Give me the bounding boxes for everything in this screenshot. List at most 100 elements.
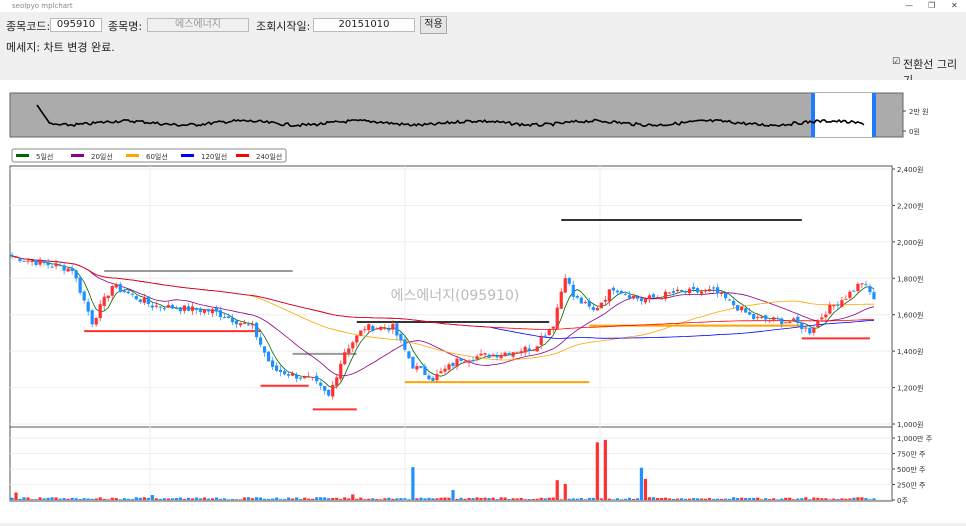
overview-selection bbox=[812, 93, 874, 137]
volume-bar bbox=[820, 498, 824, 500]
candle bbox=[760, 317, 764, 319]
volume-bar bbox=[102, 498, 106, 500]
volume-bar bbox=[683, 498, 688, 500]
candle bbox=[804, 327, 808, 329]
volume-bar bbox=[659, 497, 664, 500]
overview-right-handle[interactable] bbox=[872, 93, 876, 137]
overview-left-handle[interactable] bbox=[811, 93, 815, 137]
candle bbox=[527, 348, 531, 351]
candle bbox=[299, 377, 303, 379]
watermark: 에스에너지(095910) bbox=[391, 288, 520, 304]
candle bbox=[752, 313, 756, 320]
restore-button[interactable]: ❐ bbox=[928, 0, 935, 12]
volume-bar bbox=[242, 497, 247, 500]
volume-bar bbox=[531, 498, 535, 500]
volume-bar bbox=[10, 497, 14, 500]
apply-button[interactable]: 적용 bbox=[420, 16, 447, 34]
name-input: 에스에너지 bbox=[147, 18, 249, 32]
volume-bar bbox=[844, 498, 848, 500]
volume-bar bbox=[728, 498, 732, 500]
volume-bar bbox=[319, 497, 323, 500]
candle bbox=[146, 296, 150, 304]
volume-bar bbox=[547, 497, 551, 500]
transition-checkbox[interactable]: ☑ bbox=[892, 57, 900, 67]
code-input[interactable]: 095910 bbox=[50, 18, 102, 32]
volume-bar bbox=[174, 497, 178, 500]
volume-bar bbox=[744, 498, 748, 500]
volume-bar bbox=[387, 497, 391, 500]
volume-bar bbox=[134, 497, 138, 500]
candle bbox=[483, 353, 487, 355]
legend-swatch-4 bbox=[236, 154, 249, 157]
volume-bar bbox=[122, 498, 126, 500]
volume-bar bbox=[146, 497, 150, 500]
volume-bar bbox=[54, 497, 58, 500]
volume-bar bbox=[38, 497, 42, 500]
volume-bar bbox=[768, 499, 772, 500]
candle bbox=[359, 330, 363, 336]
candle bbox=[238, 323, 243, 326]
volume-bar bbox=[455, 499, 459, 500]
volume-bar bbox=[170, 498, 174, 500]
candle bbox=[776, 318, 780, 320]
candle bbox=[599, 302, 603, 309]
price-tick-label: 1,800원 bbox=[897, 274, 923, 283]
candle bbox=[595, 308, 599, 311]
volume-bar bbox=[800, 498, 804, 500]
minimize-button[interactable]: — bbox=[905, 0, 913, 12]
candle bbox=[695, 288, 700, 293]
candle bbox=[355, 335, 359, 343]
candle bbox=[623, 293, 627, 295]
candle bbox=[150, 305, 154, 308]
candle bbox=[166, 305, 170, 308]
candle bbox=[447, 364, 451, 370]
volume-bar bbox=[279, 499, 283, 500]
volume-bar bbox=[335, 497, 339, 500]
volume-bar bbox=[150, 495, 154, 500]
volume-bar bbox=[407, 499, 411, 500]
candle bbox=[311, 376, 315, 378]
candle bbox=[683, 290, 688, 293]
candle bbox=[780, 318, 784, 325]
candle bbox=[118, 284, 122, 292]
candle bbox=[122, 290, 126, 293]
volume-bar bbox=[246, 497, 251, 500]
candle bbox=[511, 352, 515, 357]
volume-bar bbox=[315, 497, 319, 500]
candle bbox=[186, 306, 191, 311]
candle bbox=[254, 322, 259, 338]
volume-bar bbox=[655, 498, 660, 500]
volume-bar bbox=[535, 498, 539, 500]
candle bbox=[423, 366, 427, 376]
legend-swatch-0 bbox=[16, 154, 29, 157]
volume-bar bbox=[804, 497, 808, 500]
candle bbox=[720, 292, 724, 294]
volume-bar bbox=[375, 499, 379, 500]
candle bbox=[250, 324, 255, 326]
candle bbox=[74, 270, 78, 279]
candle bbox=[222, 316, 227, 319]
volume-bar bbox=[603, 439, 607, 500]
volume-bar bbox=[94, 498, 98, 500]
candle bbox=[579, 297, 583, 304]
candle bbox=[587, 300, 591, 307]
volume-bar bbox=[671, 498, 676, 500]
candle bbox=[716, 287, 720, 294]
candle bbox=[210, 309, 215, 314]
volume-bar bbox=[226, 499, 231, 500]
candle bbox=[615, 290, 619, 293]
candle bbox=[78, 277, 82, 293]
volume-bar bbox=[619, 499, 623, 500]
candle bbox=[102, 296, 106, 306]
chart-canvas[interactable]: 2만 원 0원 5일선 20일선 60일선 120일선 240일선 2,400원 2,200원 2… bbox=[0, 80, 966, 523]
legend-label: 240일선 bbox=[256, 152, 282, 161]
code-label: 종목코드: bbox=[6, 20, 51, 33]
candle bbox=[535, 346, 539, 352]
close-button[interactable]: ✕ bbox=[951, 0, 958, 12]
start-date-input[interactable]: 20151010 bbox=[313, 18, 415, 32]
chart-figure[interactable]: 2만 원 0원 5일선 20일선 60일선 120일선 240일선 2,400원 2,200원 2… bbox=[0, 80, 966, 523]
candle bbox=[519, 351, 523, 354]
candle bbox=[547, 329, 551, 336]
volume-bar bbox=[479, 497, 483, 500]
volume-bar bbox=[463, 498, 467, 500]
